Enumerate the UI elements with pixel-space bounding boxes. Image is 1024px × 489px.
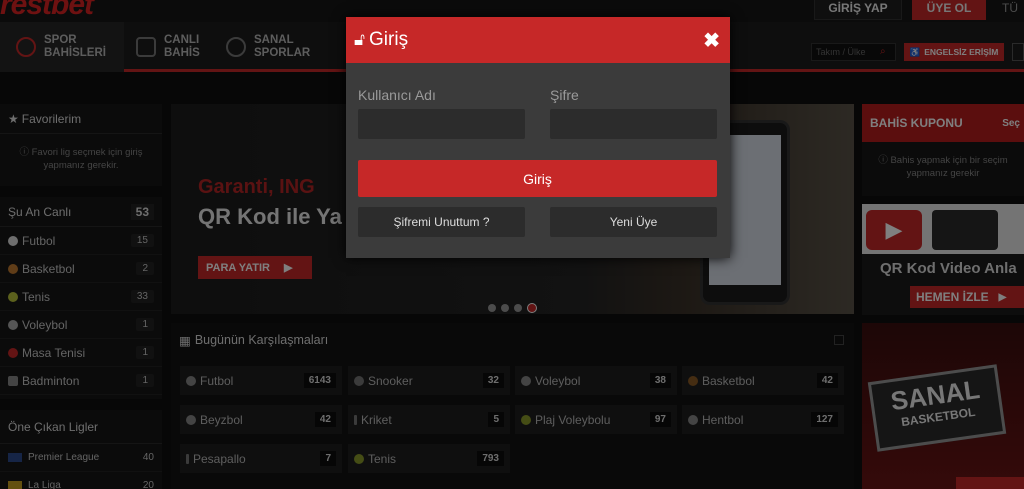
login-modal: 🔓︎ Giriş ✖ Kullanıcı Adı Şifre Giriş Şif… (346, 17, 730, 258)
username-input[interactable] (358, 109, 525, 139)
login-submit-button[interactable]: Giriş (358, 160, 717, 197)
forgot-password-button[interactable]: Şifremi Unuttum ? (358, 207, 525, 237)
password-input[interactable] (550, 109, 717, 139)
modal-header: 🔓︎ Giriş ✖ (346, 17, 730, 63)
password-label: Şifre (550, 87, 579, 103)
close-icon[interactable]: ✖ (703, 28, 720, 53)
unlock-icon: 🔓︎ (354, 30, 366, 49)
new-member-button[interactable]: Yeni Üye (550, 207, 717, 237)
username-label: Kullanıcı Adı (358, 87, 436, 103)
modal-title: Giriş (369, 29, 409, 50)
